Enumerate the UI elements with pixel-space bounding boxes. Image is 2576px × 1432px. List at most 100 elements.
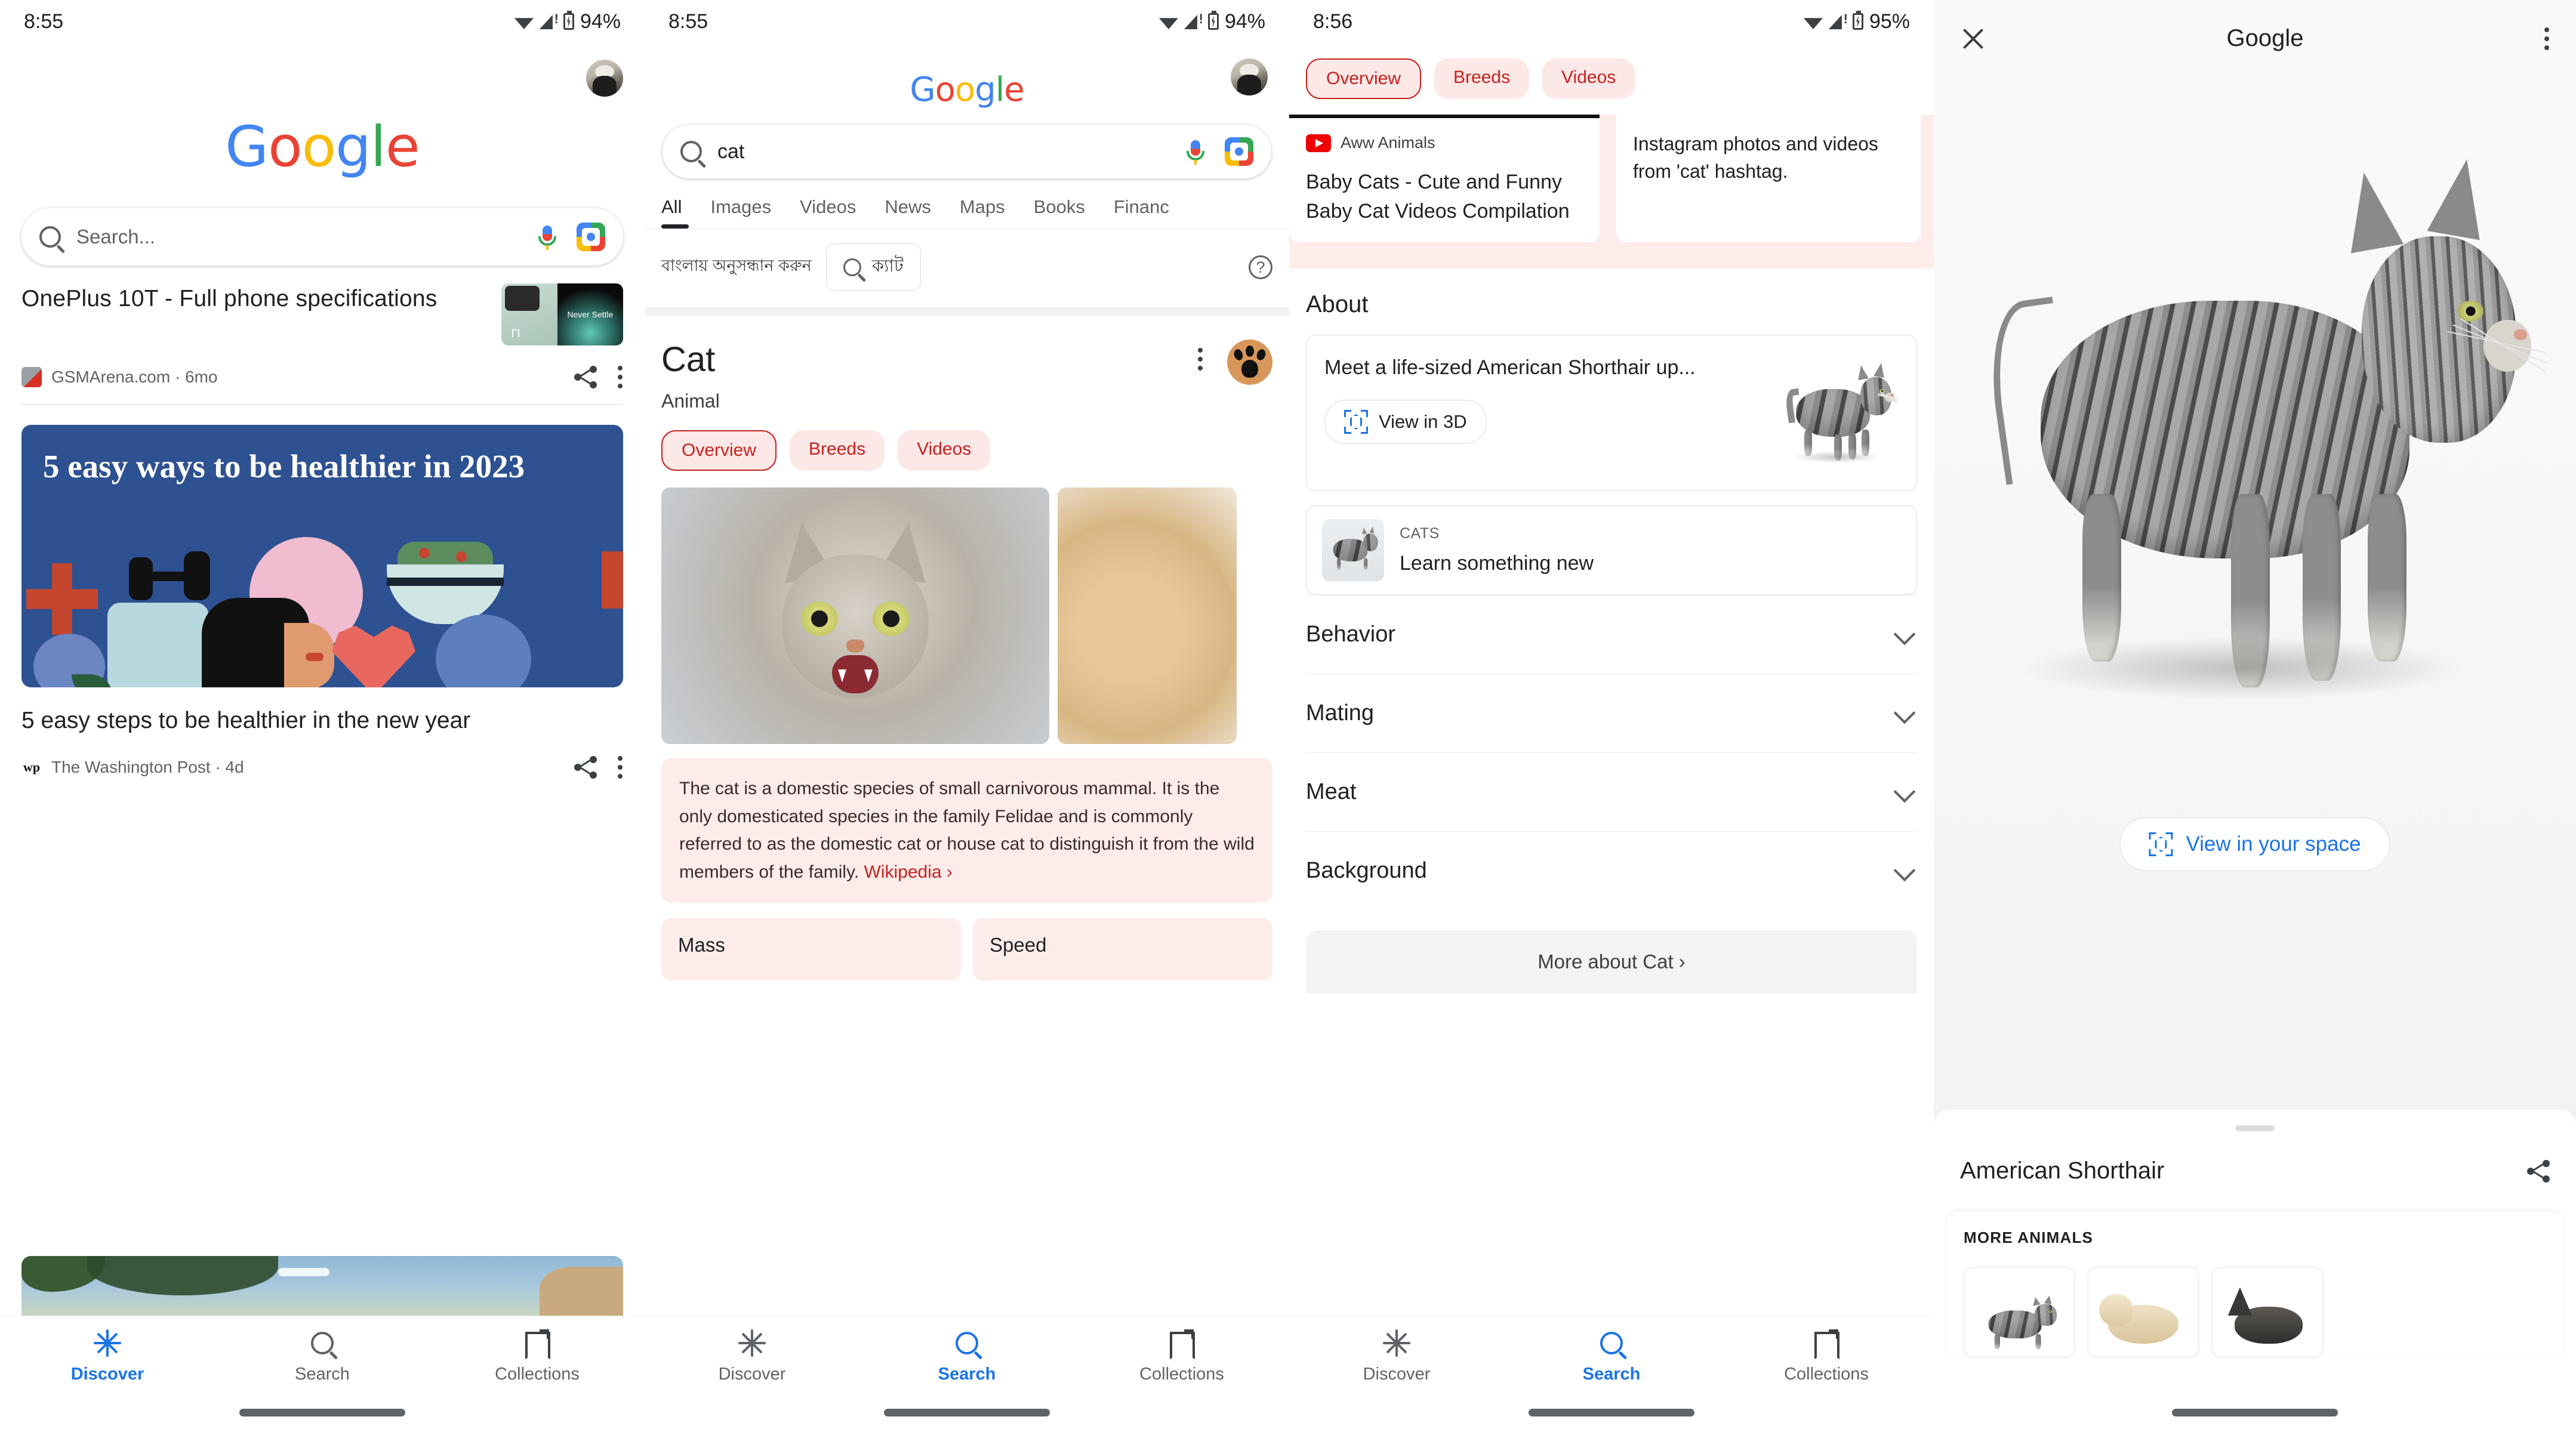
microphone-icon[interactable]	[534, 223, 561, 251]
status-icons: 95%	[1803, 10, 1910, 33]
gallery-image-cat-face[interactable]	[661, 487, 1049, 744]
thumbnail-caption: Never Settle	[557, 283, 623, 345]
search-input[interactable]: cat	[717, 140, 1166, 163]
about-heading: About	[1306, 291, 1369, 317]
status-time: 8:55	[24, 10, 64, 33]
viewer-stage[interactable]: Google View in your space	[1934, 0, 2576, 1241]
more-animal-cat[interactable]	[1964, 1267, 2075, 1357]
nav-label: Search	[938, 1365, 996, 1384]
button-label: View in your space	[2186, 832, 2361, 856]
fact-label: Speed	[990, 934, 1047, 956]
chip-overview[interactable]: Overview	[661, 430, 777, 471]
fact-card-mass[interactable]: Mass	[661, 918, 961, 980]
search-bar[interactable]: Search...	[21, 208, 623, 266]
accordion-label: Behavior	[1306, 621, 1395, 647]
source-favicon	[21, 367, 42, 387]
wifi-icon	[514, 18, 534, 29]
gesture-bar	[884, 1409, 1050, 1416]
battery-percent: 94%	[1224, 10, 1265, 33]
nav-discover[interactable]: Discover	[645, 1329, 859, 1384]
discover-card-next-photo[interactable]	[21, 1256, 623, 1316]
discover-card-oneplus[interactable]: OnePlus 10T - Full phone specifications …	[0, 266, 645, 405]
discover-card-wp-banner[interactable]: 5 easy ways to be healthier in 2023	[21, 425, 623, 687]
microphone-icon[interactable]	[1182, 138, 1209, 165]
chip-breeds[interactable]: Breeds	[790, 430, 885, 471]
google-lens-icon[interactable]	[577, 223, 605, 251]
nav-search[interactable]: Search	[859, 1329, 1074, 1384]
signal-icon	[1829, 11, 1848, 29]
paw-icon	[1227, 340, 1272, 385]
learn-something-new-card[interactable]: CATS Learn something new	[1306, 505, 1917, 595]
more-animal-dog[interactable]	[2088, 1267, 2199, 1357]
signal-icon	[1184, 11, 1203, 29]
more-about-button[interactable]: More about Cat ›	[1306, 930, 1917, 993]
panel-3d-viewer: Google View in your space American Short…	[1934, 0, 2576, 1432]
search-input[interactable]: Search...	[76, 226, 518, 248]
google-lens-icon[interactable]	[1225, 137, 1253, 166]
card-instagram[interactable]: Instagram photos and videos from 'cat' h…	[1616, 115, 1921, 242]
tab-maps[interactable]: Maps	[960, 196, 1005, 229]
tab-news[interactable]: News	[885, 196, 931, 229]
status-bar: 8:56 95%	[1289, 0, 1934, 43]
help-icon[interactable]: ?	[1249, 255, 1272, 279]
related-cards-carousel[interactable]: Aww Animals Baby Cats - Cute and Funny B…	[1289, 115, 1934, 268]
nav-collections[interactable]: Collections	[1719, 1329, 1934, 1384]
nav-collections[interactable]: Collections	[1074, 1329, 1289, 1384]
accordion-behavior[interactable]: Behavior	[1306, 594, 1917, 674]
close-icon[interactable]	[1960, 26, 1986, 52]
tab-books[interactable]: Books	[1034, 196, 1085, 229]
tab-finance[interactable]: Financ	[1114, 196, 1169, 229]
bookmark-icon	[1814, 1329, 1838, 1357]
search-bar[interactable]: cat	[663, 125, 1271, 178]
more-animal-bulldog[interactable]	[2212, 1267, 2323, 1357]
chip-videos[interactable]: Videos	[898, 430, 991, 471]
accordion-background[interactable]: Background	[1306, 831, 1917, 910]
view-in-your-space-button[interactable]: View in your space	[2119, 817, 2390, 871]
avatar[interactable]	[586, 60, 623, 97]
accordion-meat[interactable]: Meat	[1306, 752, 1917, 831]
learn-card-label: Learn something new	[1400, 551, 1594, 575]
nav-search[interactable]: Search	[1504, 1329, 1719, 1384]
sheet-drag-handle[interactable]	[2235, 1125, 2275, 1131]
fact-card-speed[interactable]: Speed	[973, 918, 1272, 980]
card-youtube-video[interactable]: Aww Animals Baby Cats - Cute and Funny B…	[1289, 115, 1600, 242]
google-logo: Google	[910, 70, 1025, 109]
wifi-icon	[1158, 18, 1178, 29]
nav-collections[interactable]: Collections	[430, 1329, 645, 1384]
chip-overview[interactable]: Overview	[1306, 58, 1422, 99]
cat-3d-model[interactable]	[1958, 107, 2552, 752]
result-tabs: All Images Videos News Maps Books Financ	[645, 178, 1289, 229]
status-bar: 8:55 94%	[0, 0, 645, 43]
accordion-mating[interactable]: Mating	[1306, 673, 1917, 752]
share-icon[interactable]	[574, 755, 597, 779]
wp-card-meta: wp The Washington Post · 4d	[0, 737, 645, 779]
share-icon[interactable]	[574, 366, 597, 388]
overflow-menu-icon[interactable]	[1197, 348, 1203, 371]
tab-images[interactable]: Images	[710, 196, 771, 229]
overflow-menu-icon[interactable]	[617, 755, 623, 779]
channel-name: Aww Animals	[1341, 134, 1435, 152]
card-thumbnail: Never Settle	[501, 283, 623, 345]
wikipedia-link[interactable]: Wikipedia ›	[864, 862, 953, 882]
gallery-image-orange-cat[interactable]	[1058, 487, 1237, 744]
chip-videos[interactable]: Videos	[1542, 58, 1635, 99]
share-icon[interactable]	[2527, 1159, 2550, 1183]
nav-label: Collections	[495, 1365, 580, 1384]
view-in-3d-button[interactable]: View in 3D	[1324, 399, 1487, 444]
nav-discover[interactable]: Discover	[0, 1329, 215, 1384]
nav-discover[interactable]: Discover	[1289, 1329, 1504, 1384]
avatar[interactable]	[1231, 58, 1268, 95]
card-source: GSMArena.com · 6mo	[51, 368, 218, 386]
overflow-menu-icon[interactable]	[2544, 27, 2550, 50]
tab-all[interactable]: All	[661, 196, 689, 229]
about-3d-card[interactable]: Meet a life-sized American Shorthair up.…	[1306, 334, 1917, 491]
tab-videos[interactable]: Videos	[800, 196, 856, 229]
nav-label: Discover	[718, 1365, 786, 1384]
sheet-header: American Shorthair	[1934, 1131, 2576, 1184]
chip-breeds[interactable]: Breeds	[1434, 58, 1530, 99]
translate-chip[interactable]: ক্যাট	[825, 243, 921, 291]
knowledge-image-gallery[interactable]	[645, 471, 1289, 744]
overflow-menu-icon[interactable]	[617, 366, 623, 388]
discover-header	[0, 43, 645, 97]
nav-search[interactable]: Search	[215, 1329, 430, 1384]
